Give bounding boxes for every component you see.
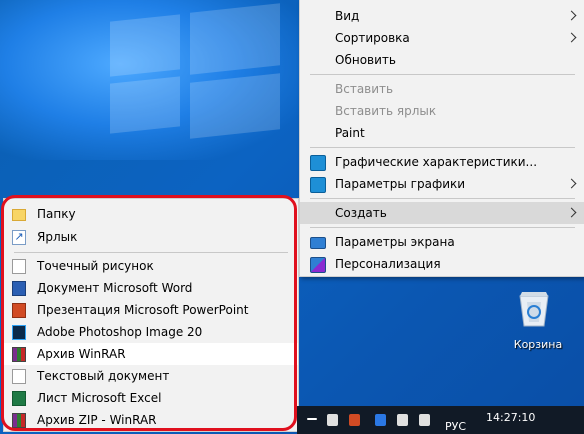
menu-item-label: Обновить <box>335 53 396 67</box>
menu-item-label: Персонализация <box>335 257 441 271</box>
menu-item-label: Paint <box>335 126 365 140</box>
menu-item-paste[interactable]: Вставить <box>300 78 584 100</box>
photoshop-icon <box>12 325 26 340</box>
submenu-item-label: Архив ZIP - WinRAR <box>37 413 157 427</box>
submenu-item-shortcut[interactable]: ↗ Ярлык <box>4 226 298 248</box>
submenu-item-label: Архив WinRAR <box>37 347 126 361</box>
submenu-item-folder[interactable]: Папку <box>4 203 298 225</box>
submenu-item-label: Adobe Photoshop Image 20 <box>37 325 203 339</box>
winrar-icon <box>12 347 26 362</box>
chevron-right-icon <box>566 207 577 218</box>
menu-item-label: Параметры экрана <box>335 235 455 249</box>
submenu-item-label: Презентация Microsoft PowerPoint <box>37 303 249 317</box>
windows-logo-panel <box>110 76 180 134</box>
bluetooth-icon[interactable] <box>375 414 386 426</box>
menu-item-sort[interactable]: Сортировка <box>300 27 584 49</box>
menu-item-display-settings[interactable]: Параметры экрана <box>300 231 584 253</box>
menu-item-refresh[interactable]: Обновить <box>300 49 584 71</box>
chevron-right-icon <box>566 178 577 189</box>
desktop-context-menu: Вид Сортировка Обновить Вставить Вставит… <box>299 0 584 277</box>
menu-separator <box>310 74 575 75</box>
menu-separator <box>310 227 575 228</box>
intel-graphics-icon <box>310 177 326 193</box>
new-submenu: Папку ↗ Ярлык Точечный рисунок Документ … <box>3 198 299 432</box>
menu-item-graphics-options[interactable]: Параметры графики <box>300 173 584 195</box>
app-tray-icon[interactable] <box>349 414 360 426</box>
submenu-item-label: Ярлык <box>37 230 78 244</box>
menu-item-label: Вид <box>335 9 360 23</box>
menu-item-label: Создать <box>335 206 387 220</box>
winrar-zip-icon <box>12 413 26 428</box>
submenu-item-text[interactable]: Текстовый документ <box>4 365 298 387</box>
word-icon <box>12 281 26 296</box>
menu-item-personalize[interactable]: Персонализация <box>300 253 584 275</box>
monitor-icon <box>310 237 326 249</box>
submenu-item-winrar[interactable]: Архив WinRAR <box>4 343 298 365</box>
personalize-icon <box>310 257 326 273</box>
recycle-bin-label: Корзина <box>513 338 563 351</box>
language-indicator[interactable]: РУС <box>445 420 466 433</box>
menu-item-label: Вставить ярлык <box>335 104 437 118</box>
menu-separator <box>310 147 575 148</box>
submenu-item-word[interactable]: Документ Microsoft Word <box>4 277 298 299</box>
network-icon[interactable] <box>397 414 408 426</box>
menu-item-view[interactable]: Вид <box>300 5 584 27</box>
recycle-bin-icon[interactable] <box>512 288 556 328</box>
menu-item-label: Графические характеристики... <box>335 155 538 169</box>
chevron-right-icon <box>566 32 577 43</box>
menu-item-graphics-properties[interactable]: Графические характеристики... <box>300 151 584 173</box>
menu-item-label: Сортировка <box>335 31 410 45</box>
chevron-right-icon <box>566 10 577 21</box>
shortcut-icon: ↗ <box>12 230 26 245</box>
clock[interactable]: 14:27:10 <box>486 411 535 424</box>
menu-item-paint[interactable]: Paint <box>300 122 584 144</box>
submenu-item-label: Документ Microsoft Word <box>37 281 193 295</box>
submenu-item-label: Папку <box>37 207 76 221</box>
menu-separator <box>14 252 288 253</box>
submenu-item-zip[interactable]: Архив ZIP - WinRAR <box>4 409 298 431</box>
menu-separator <box>310 198 575 199</box>
windows-logo-panel <box>110 14 180 77</box>
submenu-item-photoshop[interactable]: Adobe Photoshop Image 20 <box>4 321 298 343</box>
submenu-item-label: Лист Microsoft Excel <box>37 391 162 405</box>
menu-item-paste-shortcut[interactable]: Вставить ярлык <box>300 100 584 122</box>
excel-icon <box>12 391 26 406</box>
submenu-item-label: Текстовый документ <box>37 369 170 383</box>
menu-item-label: Вставить <box>335 82 394 96</box>
bitmap-file-icon <box>12 259 26 274</box>
submenu-item-bitmap[interactable]: Точечный рисунок <box>4 255 298 277</box>
taskbar <box>297 406 584 434</box>
text-file-icon <box>12 369 26 384</box>
windows-logo-panel <box>190 73 280 139</box>
intel-graphics-icon <box>310 155 326 171</box>
menu-item-new[interactable]: Создать <box>300 202 584 224</box>
folder-icon <box>12 209 26 221</box>
submenu-item-excel[interactable]: Лист Microsoft Excel <box>4 387 298 409</box>
submenu-item-label: Точечный рисунок <box>37 259 154 273</box>
powerpoint-icon <box>12 303 26 318</box>
tray-overflow-icon[interactable] <box>307 418 317 420</box>
shield-icon[interactable] <box>327 414 338 426</box>
submenu-item-powerpoint[interactable]: Презентация Microsoft PowerPoint <box>4 299 298 321</box>
menu-item-label: Параметры графики <box>335 177 466 191</box>
windows-logo-panel <box>190 3 280 75</box>
volume-icon[interactable] <box>419 414 430 426</box>
